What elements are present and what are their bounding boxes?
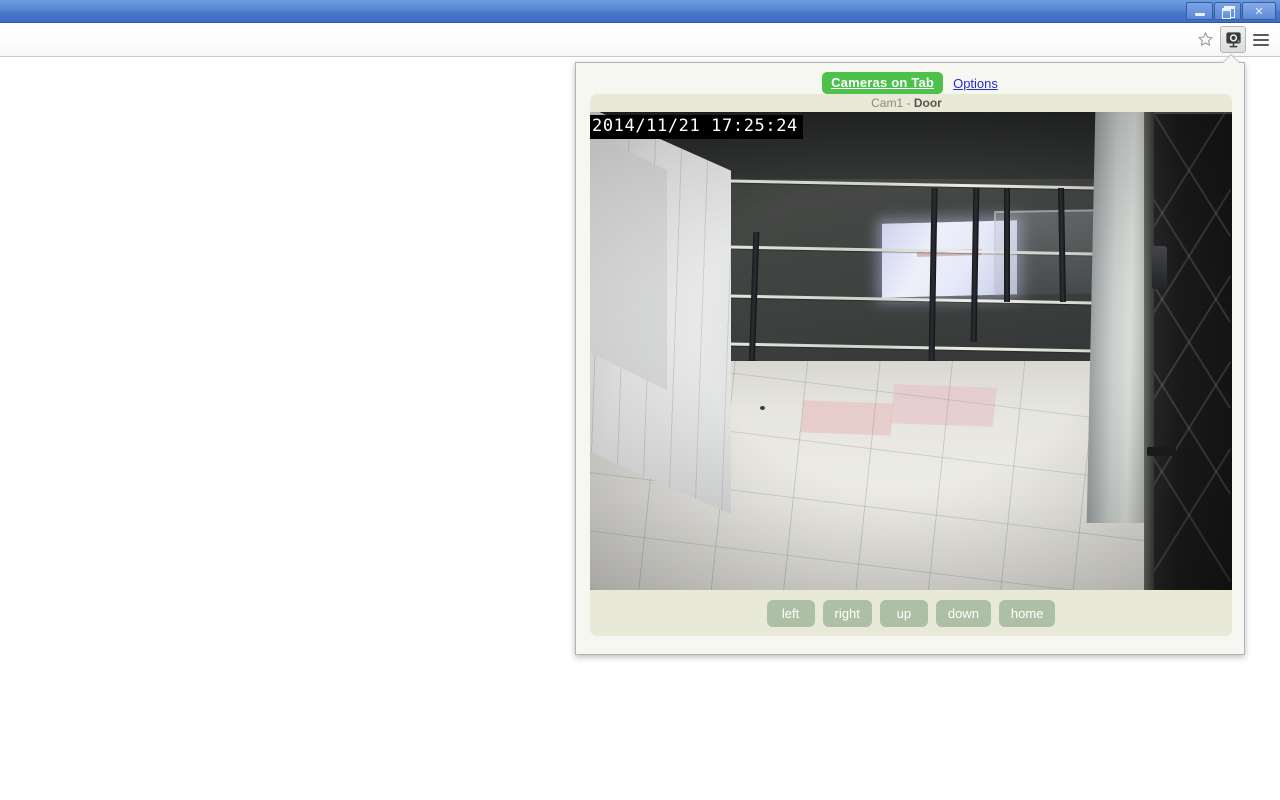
extension-button-face [1220, 26, 1246, 53]
ptz-right-button[interactable]: right [822, 599, 872, 627]
window-controls: ✕ [1185, 2, 1276, 20]
options-link[interactable]: Options [953, 76, 998, 91]
popup-arrow [1222, 55, 1240, 64]
window-restore-button[interactable] [1214, 2, 1241, 20]
camera-video-view[interactable]: 2014/11/21 17:25:24 [590, 112, 1232, 590]
browser-menu-button[interactable] [1248, 27, 1274, 53]
camera-ptz-controls: left right up down home [590, 590, 1232, 636]
ptz-left-button[interactable]: left [766, 599, 815, 627]
window-titlebar: ✕ [0, 0, 1280, 23]
camera-title-separator: - [906, 96, 911, 110]
camera-scene-stairwell [590, 112, 1232, 590]
ptz-down-button[interactable]: down [935, 599, 991, 627]
camera-id: Cam1 [871, 96, 904, 110]
ptz-home-button[interactable]: home [998, 599, 1056, 627]
camera-card: Cam1 - Door 2014/11/21 17:25:24 left rig… [590, 94, 1232, 636]
camera-title: Cam1 - Door [590, 94, 1232, 112]
camera-name: Door [913, 96, 942, 110]
minimize-icon [1194, 12, 1205, 16]
browser-window: ✕ Cameras on Tab Options Cam1 - Door 201… [0, 0, 1280, 800]
browser-toolbar [0, 23, 1280, 57]
bookmark-star-icon[interactable] [1192, 27, 1218, 53]
camera-icon [1225, 32, 1241, 48]
close-icon: ✕ [1254, 4, 1264, 18]
video-timestamp-overlay: 2014/11/21 17:25:24 [590, 115, 803, 139]
popup-header: Cameras on Tab Options [576, 63, 1244, 95]
extension-button-cameras-on-tab[interactable] [1220, 26, 1246, 53]
tab-cameras-on-tab[interactable]: Cameras on Tab [822, 72, 944, 94]
hamburger-menu-icon [1253, 33, 1269, 46]
window-close-button[interactable]: ✕ [1242, 2, 1276, 20]
window-minimize-button[interactable] [1186, 2, 1213, 20]
extension-popup: Cameras on Tab Options Cam1 - Door 2014/… [575, 62, 1245, 655]
restore-icon [1222, 6, 1235, 19]
ptz-up-button[interactable]: up [879, 599, 928, 627]
